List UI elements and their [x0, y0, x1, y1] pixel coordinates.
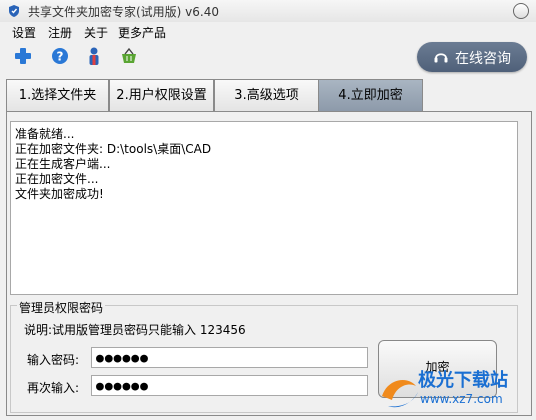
title-bar: 共享文件夹加密专家(试用版) v6.40: [0, 0, 536, 22]
trial-note: 说明:试用版管理员密码只能输入 123456: [24, 323, 246, 337]
menu-bar: 设置 注册 关于 更多产品: [0, 22, 536, 40]
tab-select-folder[interactable]: 1.选择文件夹: [6, 79, 109, 111]
progress-log[interactable]: 准备就绪... 正在加密文件夹: D:\tools\桌面\CAD 正在生成客户端…: [10, 121, 518, 295]
window-title: 共享文件夹加密专家(试用版) v6.40: [28, 5, 219, 19]
add-icon[interactable]: [13, 46, 33, 66]
log-line: 文件夹加密成功!: [15, 187, 104, 201]
tab-bar: 1.选择文件夹 2.用户权限设置 3.高级选项 4.立即加密: [6, 79, 531, 111]
confirm-password-label: 再次输入:: [27, 381, 80, 395]
confirm-password-field[interactable]: ●●●●●●: [91, 375, 368, 396]
basket-icon[interactable]: [119, 46, 139, 66]
online-consult-button[interactable]: 在线咨询: [417, 42, 527, 72]
watermark-url: www.xz7.com: [420, 392, 503, 406]
menu-more-products[interactable]: 更多产品: [118, 24, 166, 41]
watermark-name: 极光下载站: [418, 370, 508, 391]
tab-encrypt-now[interactable]: 4.立即加密: [318, 79, 423, 111]
password-label: 输入密码:: [27, 353, 80, 367]
menu-register[interactable]: 注册: [48, 24, 72, 41]
svg-text:?: ?: [57, 50, 64, 64]
close-icon: [514, 4, 528, 18]
headset-icon: [434, 53, 448, 63]
admin-group-title: 管理员权限密码: [17, 299, 106, 316]
online-consult-label: 在线咨询: [455, 51, 511, 67]
tab-user-permissions[interactable]: 2.用户权限设置: [109, 79, 214, 111]
tab-advanced-options[interactable]: 3.高级选项: [214, 79, 319, 111]
menu-settings[interactable]: 设置: [12, 24, 36, 41]
menu-about[interactable]: 关于: [84, 24, 108, 41]
app-shield-icon: [9, 5, 19, 17]
close-button[interactable]: [513, 3, 529, 19]
password-field[interactable]: ●●●●●●: [91, 347, 368, 368]
user-icon[interactable]: [84, 46, 104, 66]
help-icon[interactable]: ?: [50, 46, 70, 66]
